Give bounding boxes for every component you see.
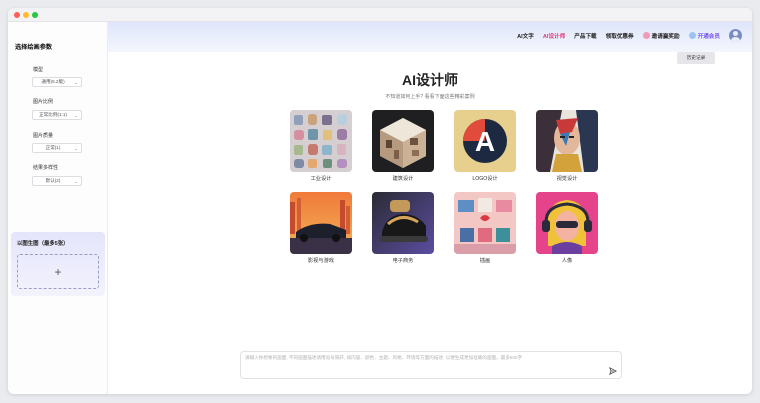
category-card-industrial[interactable]: 工业设计: [290, 110, 354, 182]
cloud-icon: [688, 32, 696, 39]
category-label: 人像: [561, 258, 573, 264]
prompt-input[interactable]: [245, 355, 611, 360]
industrial-design-image: [290, 110, 352, 172]
category-label: LOGO设计: [472, 176, 498, 182]
minimize-window-button[interactable]: [23, 12, 29, 18]
nav-coupon[interactable]: 领取优惠券: [606, 32, 634, 40]
category-card-film-game[interactable]: 影视与游戏: [290, 192, 354, 264]
maximize-window-button[interactable]: [32, 12, 38, 18]
image-to-image-title: 以图生图（最多5张）: [17, 241, 69, 247]
app-window: 选择绘画参数 模型 通用(5.2版) ⌄ 图片比例 正常比例(1:1) ⌄ 图片…: [8, 8, 752, 394]
illustration-image: [454, 192, 516, 254]
diversity-label: 结果多样性: [33, 165, 59, 171]
close-window-button[interactable]: [14, 12, 20, 18]
visual-design-image: [536, 110, 598, 172]
ratio-select-value: 正常比例(1:1): [39, 112, 67, 117]
diversity-select-value: 默认(2): [45, 178, 61, 183]
category-label: 工业设计: [310, 176, 332, 182]
architecture-design-image: [372, 110, 434, 172]
nav-download[interactable]: 产品下载: [574, 32, 596, 40]
quality-select-value: 正常(1): [45, 145, 61, 150]
ratio-select[interactable]: 正常比例(1:1) ⌄: [32, 110, 82, 120]
gift-icon: [642, 32, 650, 39]
history-button[interactable]: 历史记录: [677, 52, 715, 64]
category-card-ecommerce[interactable]: 电子商务: [372, 192, 436, 264]
model-label: 模型: [33, 67, 44, 73]
category-label: 影视与游戏: [308, 258, 334, 264]
category-label: 插画: [479, 258, 491, 264]
user-avatar[interactable]: [729, 29, 742, 42]
params-sidebar: 选择绘画参数 模型 通用(5.2版) ⌄ 图片比例 正常比例(1:1) ⌄ 图片…: [8, 22, 108, 394]
logo-design-image: A: [454, 110, 516, 172]
ecommerce-image: [372, 192, 434, 254]
chevron-down-icon: ⌄: [74, 146, 78, 151]
nav-invite[interactable]: 邀请赢奖励: [642, 32, 680, 40]
nav-vip[interactable]: 开通会员: [688, 32, 720, 40]
chevron-down-icon: ⌄: [74, 80, 78, 85]
send-icon[interactable]: [609, 367, 617, 375]
quality-select[interactable]: 正常(1) ⌄: [32, 143, 82, 153]
top-navbar: AI文字 AI设计师 产品下载 领取优惠券 邀请赢奖励 开通会员: [108, 22, 752, 52]
logo-letter: A: [475, 126, 495, 157]
vip-label: 开通会员: [697, 33, 720, 40]
chevron-down-icon: ⌄: [74, 113, 78, 118]
prompt-box: [240, 351, 622, 379]
image-to-image-panel: 以图生图（最多5张） +: [11, 232, 105, 296]
invite-label: 邀请赢奖励: [651, 33, 680, 40]
image-upload-dropzone[interactable]: +: [17, 254, 99, 289]
category-label: 电子商务: [392, 258, 414, 264]
plus-icon: +: [54, 264, 62, 279]
portrait-image: [536, 192, 598, 254]
category-card-architecture[interactable]: 建筑设计: [372, 110, 436, 182]
chevron-down-icon: ⌄: [74, 179, 78, 184]
category-label: 视觉设计: [556, 176, 578, 182]
film-game-image: [290, 192, 352, 254]
diversity-select[interactable]: 默认(2) ⌄: [32, 176, 82, 186]
page-subtitle: 不知道如何上手? 看看下面这些精彩案例: [385, 94, 475, 100]
category-card-illustration[interactable]: 插画: [454, 192, 518, 264]
nav-menu: AI文字 AI设计师 产品下载 领取优惠券 邀请赢奖励 开通会员: [517, 29, 742, 42]
category-card-logo[interactable]: A LOGO设计: [454, 110, 518, 182]
quality-label: 图片质量: [33, 133, 54, 139]
model-select-value: 通用(5.2版): [41, 79, 65, 84]
category-label: 建筑设计: [392, 176, 414, 182]
nav-ai-designer[interactable]: AI设计师: [543, 32, 565, 40]
model-select[interactable]: 通用(5.2版) ⌄: [32, 77, 82, 87]
ratio-label: 图片比例: [33, 99, 54, 105]
sidebar-title: 选择绘画参数: [15, 44, 53, 51]
category-card-portrait[interactable]: 人像: [536, 192, 600, 264]
category-card-visual[interactable]: 视觉设计: [536, 110, 600, 182]
window-titlebar: [8, 8, 752, 22]
nav-ai-text[interactable]: AI文字: [517, 32, 534, 40]
page-title: AI设计师: [402, 72, 458, 88]
